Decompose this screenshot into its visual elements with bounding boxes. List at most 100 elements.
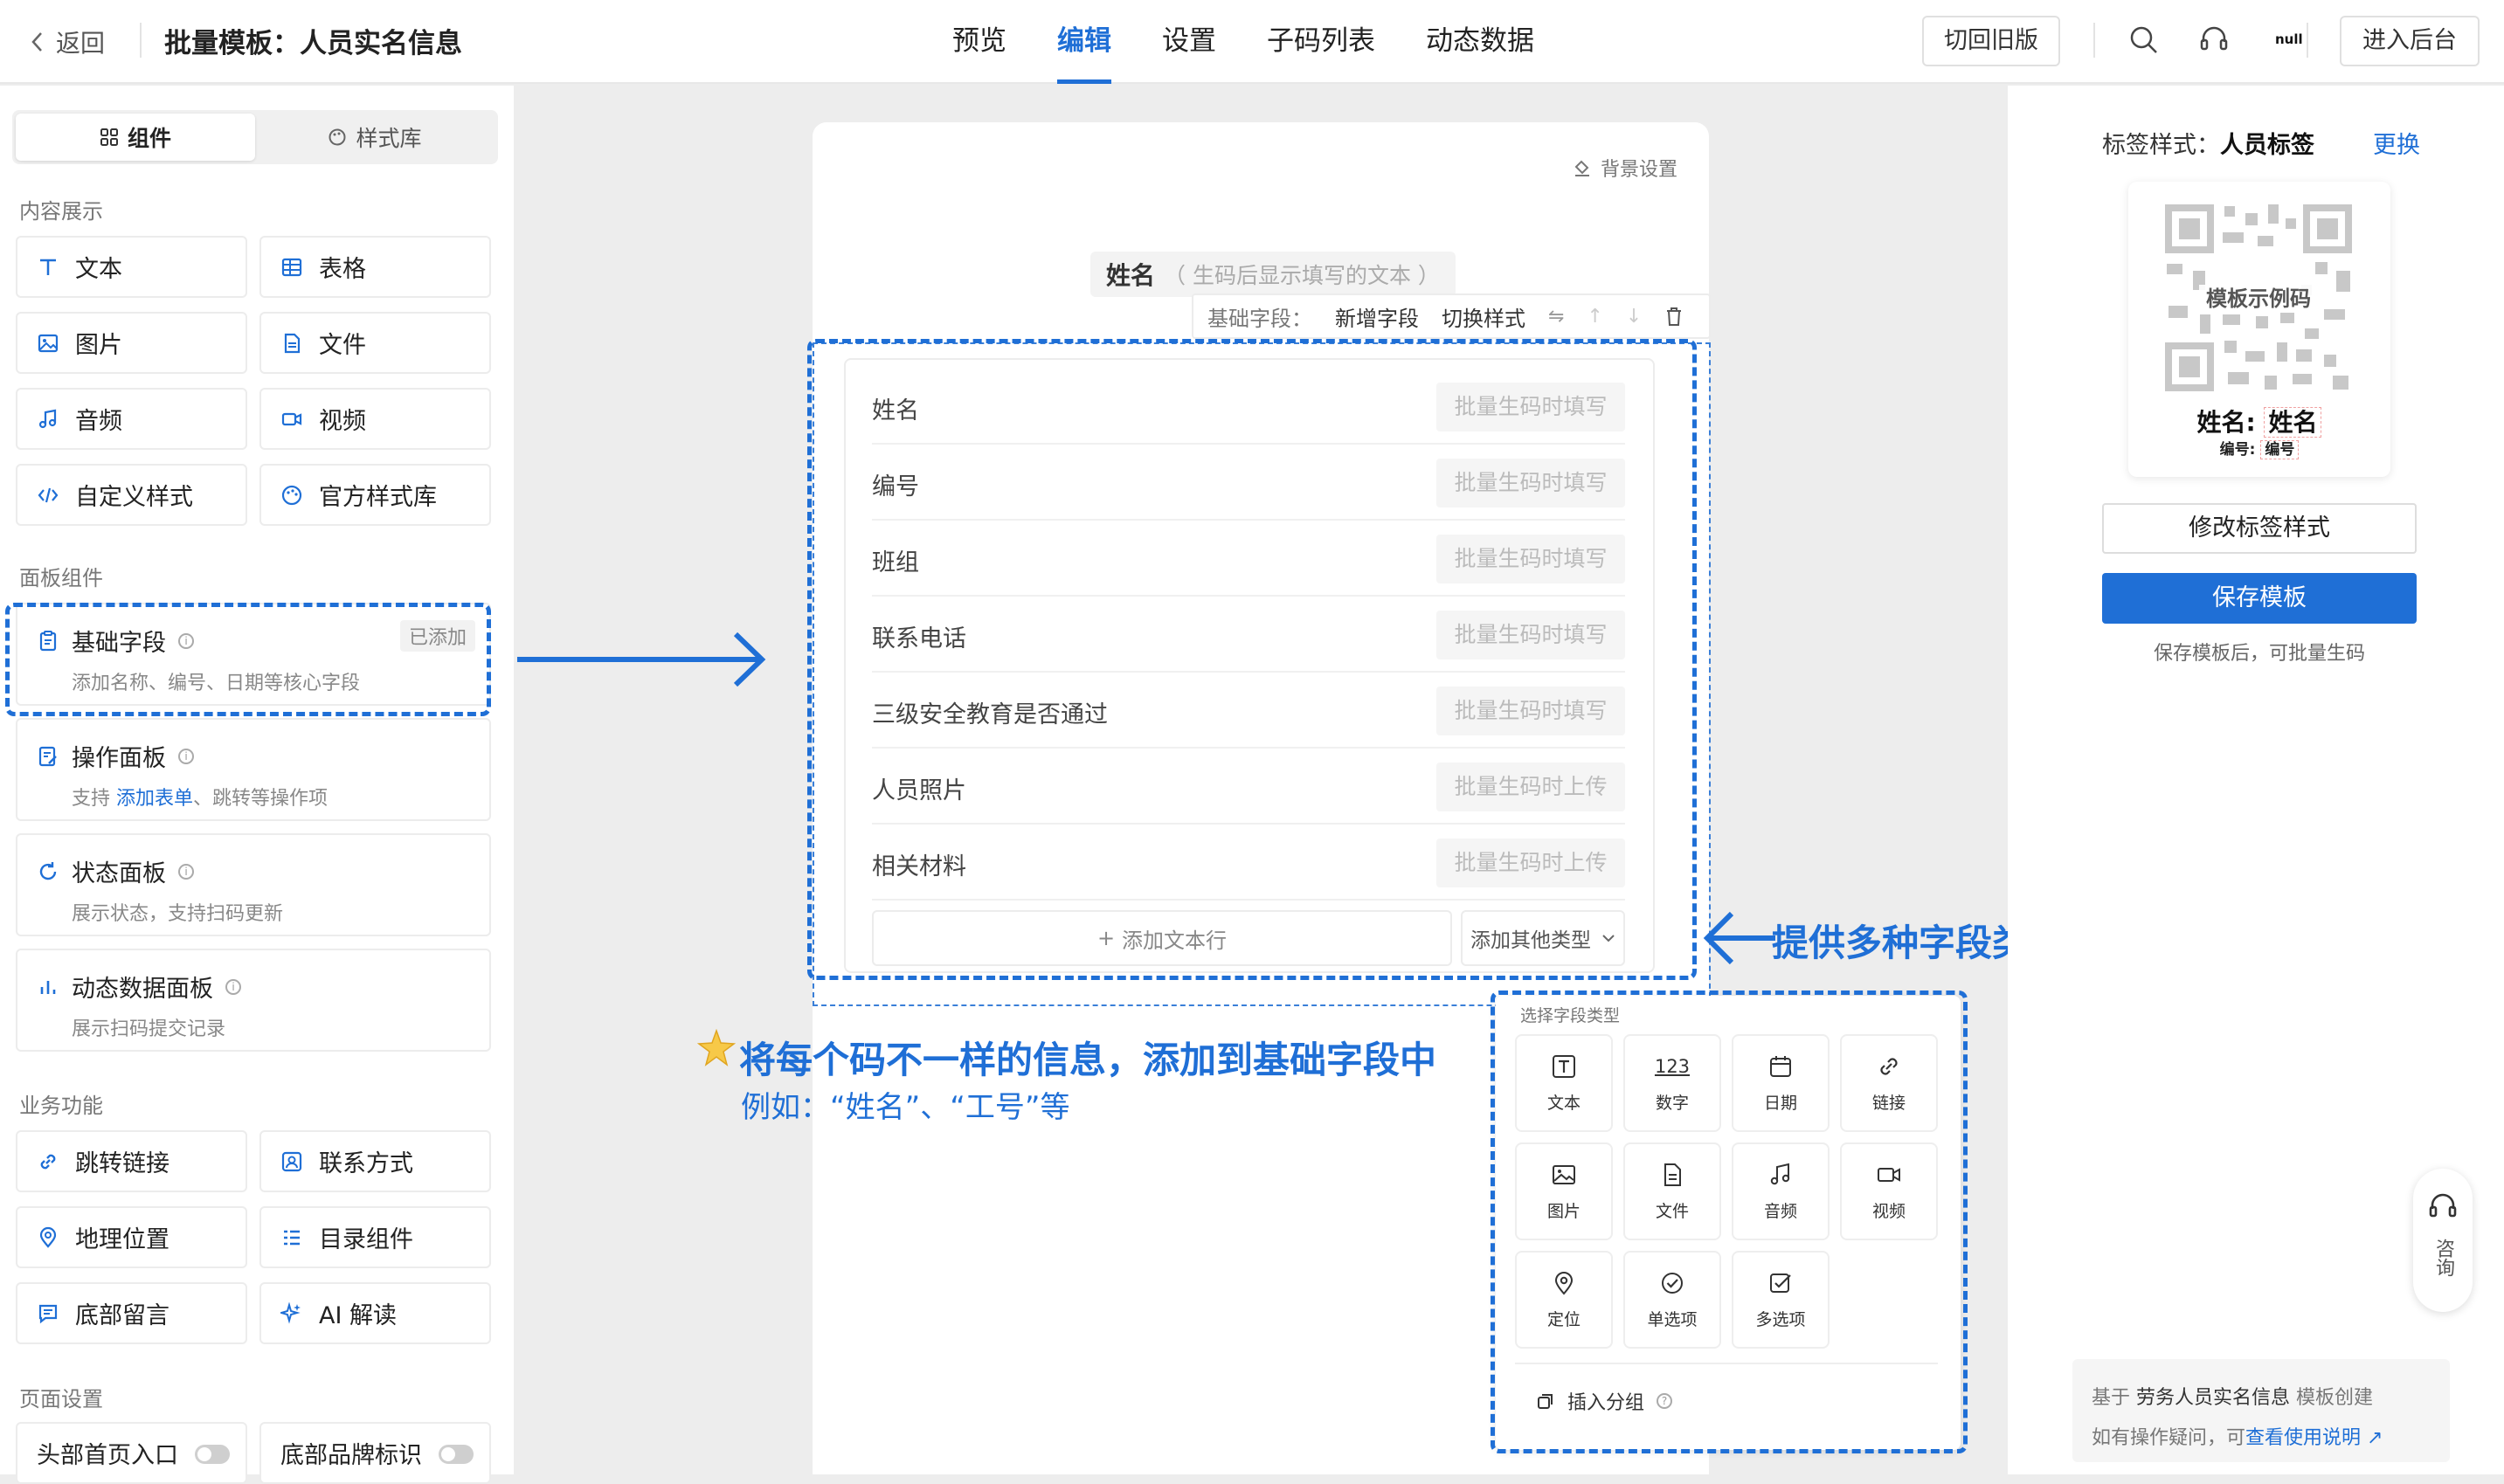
panel-title-row: 操作面板 i — [37, 739, 194, 773]
template-base-info: 基于 劳务人员实名信息 模板创建 如有操作疑问，可查看使用说明 ↗ — [2072, 1359, 2450, 1462]
add-field-button[interactable]: 新增字段 — [1335, 301, 1419, 332]
help-line: 如有操作疑问，可查看使用说明 ↗ — [2092, 1418, 2450, 1459]
header-home-toggle[interactable] — [195, 1445, 230, 1464]
base-template-line: 基于 劳务人员实名信息 模板创建 — [2092, 1378, 2450, 1418]
panel-status[interactable]: 状态面板 i 展示状态，支持扫码更新 — [16, 833, 491, 936]
component-custom-style[interactable]: 自定义样式 — [16, 464, 247, 526]
base-template-name: 劳务人员实名信息 — [2136, 1387, 2291, 1409]
music-note-icon — [37, 408, 59, 431]
bar-chart-icon — [37, 976, 59, 998]
info-icon[interactable]: i — [225, 978, 241, 995]
tag-style-name: 人员标签 — [2220, 132, 2314, 159]
list-icon — [280, 1226, 303, 1249]
move-up-icon[interactable]: ↑ — [1587, 306, 1602, 328]
panel-desc: 展示状态，支持扫码更新 — [72, 903, 284, 925]
tab-preview[interactable]: 预览 — [952, 0, 1006, 84]
consult-floating-button[interactable]: 咨询 — [2413, 1169, 2473, 1312]
annotation-example-note: 例如：“姓名”、“工号”等 — [741, 1090, 1070, 1125]
video-camera-icon — [280, 408, 303, 431]
refresh-icon — [37, 860, 59, 883]
switch-style-button[interactable]: 切换样式 — [1442, 301, 1525, 332]
tab-settings[interactable]: 设置 — [1162, 0, 1216, 84]
panel-title-row: 状态面板 i — [37, 854, 194, 888]
search-icon[interactable] — [2128, 24, 2160, 56]
component-jump-link[interactable]: 跳转链接 — [16, 1130, 247, 1192]
page-title: 批量模板：人员实名信息 — [164, 28, 462, 59]
back-label: 返回 — [56, 29, 106, 58]
component-label: 底部留言 — [75, 1302, 169, 1329]
save-template-button[interactable]: 保存模板 — [2102, 573, 2417, 624]
background-settings-button[interactable]: 背景设置 — [1573, 154, 1677, 182]
tab-dynamic-data[interactable]: 动态数据 — [1426, 0, 1534, 84]
page-setting-label: 头部首页入口 — [37, 1442, 178, 1469]
divider — [2093, 23, 2095, 58]
panel-operations[interactable]: 操作面板 i 支持 添加表单、跳转等操作项 — [16, 718, 491, 821]
top-bar: 返回 批量模板：人员实名信息 预览 编辑 设置 子码列表 动态数据 切回旧版 n… — [0, 0, 2504, 84]
tag-number-value: 编号 — [2260, 440, 2300, 459]
component-contact[interactable]: 联系方式 — [259, 1130, 491, 1192]
tab-edit[interactable]: 编辑 — [1057, 0, 1111, 84]
arrow-left-icon — [1703, 911, 1775, 965]
component-ai-interpretation[interactable]: AI 解读 — [259, 1282, 491, 1344]
component-table[interactable]: 表格 — [259, 236, 491, 298]
tab-style-library[interactable]: 样式库 — [255, 114, 495, 161]
qr-sample-text: 模板示例码 — [2162, 281, 2355, 313]
move-down-icon[interactable]: ↓ — [1626, 306, 1642, 328]
tag-name-label: 姓名: — [2196, 408, 2256, 437]
highlight-fields-panel — [807, 339, 1697, 980]
bottom-brand-toggle[interactable] — [439, 1445, 474, 1464]
section-content-title: 内容展示 — [19, 199, 103, 224]
component-video[interactable]: 视频 — [259, 388, 491, 450]
file-icon — [280, 332, 303, 355]
highlight-basic-fields — [5, 603, 491, 716]
highlight-type-popup — [1491, 990, 1968, 1453]
tab-components[interactable]: 组件 — [16, 114, 255, 161]
section-panels-title: 面板组件 — [19, 566, 103, 590]
component-catalog[interactable]: 目录组件 — [259, 1206, 491, 1268]
sparkle-icon — [280, 1301, 303, 1325]
palette-icon — [328, 128, 347, 147]
trash-icon[interactable] — [1664, 306, 1684, 327]
component-text[interactable]: 文本 — [16, 236, 247, 298]
component-label: 图片 — [75, 332, 122, 359]
back-button[interactable]: 返回 — [30, 24, 105, 59]
star-icon — [697, 1029, 736, 1066]
view-instructions-link[interactable]: 查看使用说明 — [2245, 1427, 2361, 1449]
enter-admin-button[interactable]: 进入后台 — [2340, 16, 2480, 66]
switch-old-version-button[interactable]: 切回旧版 — [1922, 16, 2060, 66]
tab-subcode-list[interactable]: 子码列表 — [1267, 0, 1375, 84]
chevron-left-icon — [30, 31, 44, 53]
component-label: 音频 — [75, 408, 122, 435]
save-hint: 保存模板后，可批量生码 — [2153, 643, 2365, 665]
info-icon[interactable]: i — [178, 863, 194, 880]
name-title-hint: （ 生码后显示填写的文本 ） — [1164, 263, 1440, 288]
user-avatar[interactable]: null — [2275, 31, 2303, 47]
panel-dynamic-data[interactable]: 动态数据面板 i 展示扫码提交记录 — [16, 949, 491, 1052]
table-icon — [280, 256, 303, 279]
component-image[interactable]: 图片 — [16, 312, 247, 374]
panel-desc-suffix: 、跳转等操作项 — [193, 788, 329, 810]
business-components-grid: 跳转链接 联系方式 地理位置 目录组件 底部留言 AI 解读 — [16, 1130, 491, 1344]
component-audio[interactable]: 音频 — [16, 388, 247, 450]
headset-icon[interactable] — [2198, 24, 2230, 56]
add-form-link[interactable]: 添加表单 — [116, 788, 193, 810]
contact-card-icon — [280, 1150, 303, 1173]
component-file[interactable]: 文件 — [259, 312, 491, 374]
sidebar-segmented-tabs: 组件 样式库 — [12, 110, 498, 164]
change-tag-style-link[interactable]: 更换 — [2373, 126, 2420, 160]
swap-icon[interactable]: ⇋ — [1548, 306, 1564, 328]
text-t-icon — [37, 256, 59, 279]
component-official-style-library[interactable]: 官方样式库 — [259, 464, 491, 526]
tag-name-value: 姓名 — [2264, 407, 2322, 438]
edit-tag-style-button[interactable]: 修改标签样式 — [2102, 503, 2417, 554]
component-location[interactable]: 地理位置 — [16, 1206, 247, 1268]
tag-name-row: 姓名: 姓名 — [2128, 404, 2390, 438]
code-icon — [37, 484, 59, 507]
external-link-icon[interactable]: ↗ — [2367, 1427, 2383, 1449]
headset-icon — [2427, 1191, 2459, 1223]
component-bottom-message[interactable]: 底部留言 — [16, 1282, 247, 1344]
tag-preview-card: 模板示例码 姓名: 姓名 编号: 编号 — [2128, 182, 2390, 477]
qr-code-image: 模板示例码 — [2162, 201, 2355, 395]
info-icon[interactable]: i — [178, 748, 194, 764]
name-title-element[interactable]: 姓名 （ 生码后显示填写的文本 ） — [1090, 252, 1456, 297]
